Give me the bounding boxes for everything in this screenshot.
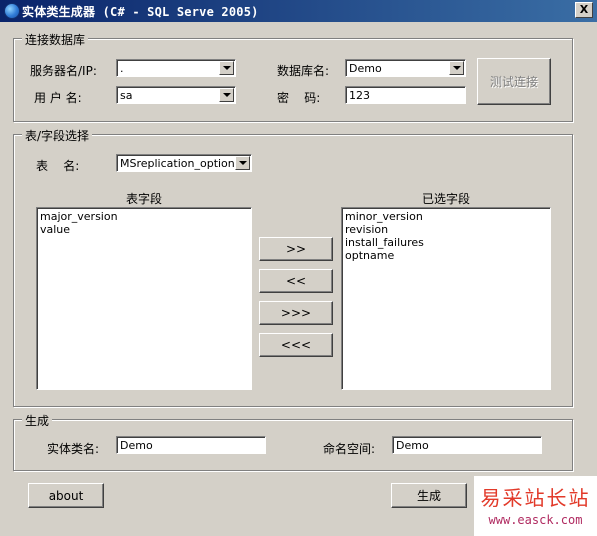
chevron-down-icon[interactable] <box>235 156 250 170</box>
watermark-title: 易采站长站 <box>480 486 591 510</box>
user-value: sa <box>120 89 133 102</box>
table-label: 表 名: <box>36 159 80 173</box>
database-value: Demo <box>349 62 382 75</box>
about-button[interactable]: about <box>28 483 104 508</box>
chevron-down-icon[interactable] <box>219 88 234 102</box>
close-button[interactable]: X <box>575 2 593 18</box>
class-name-field[interactable]: Demo <box>116 436 266 454</box>
namespace-field[interactable]: Demo <box>392 436 542 454</box>
table-select-group-title: 表/字段选择 <box>22 127 93 144</box>
list-item[interactable]: install_failures <box>345 236 547 249</box>
add-all-fields-button[interactable]: >>> <box>259 301 333 325</box>
user-combo[interactable]: sa <box>116 86 236 104</box>
namespace-label: 命名空间: <box>323 442 376 456</box>
generate-button[interactable]: 生成 <box>391 483 467 508</box>
password-field[interactable]: 123 <box>345 86 466 104</box>
table-value: MSreplication_options <box>120 157 241 170</box>
title-bar[interactable]: 实体类生成器 (C# - SQL Serve 2005) X <box>0 0 597 22</box>
class-name-label: 实体类名: <box>47 442 100 456</box>
user-label: 用 户 名: <box>34 91 82 105</box>
database-combo[interactable]: Demo <box>345 59 466 77</box>
remove-all-fields-button[interactable]: <<< <box>259 333 333 357</box>
selected-fields-list[interactable]: minor_version revision install_failures … <box>341 207 551 390</box>
connection-group-title: 连接数据库 <box>22 31 89 48</box>
chevron-down-icon[interactable] <box>219 61 234 75</box>
server-combo[interactable]: . <box>116 59 236 77</box>
list-item[interactable]: optname <box>345 249 547 262</box>
table-combo[interactable]: MSreplication_options <box>116 154 252 172</box>
site-watermark: 易采站长站 www.easck.com <box>474 476 597 536</box>
list-item[interactable]: value <box>40 223 248 236</box>
window-title: 实体类生成器 (C# - SQL Serve 2005) <box>22 5 259 19</box>
add-field-button[interactable]: >> <box>259 237 333 261</box>
fields-header: 表字段 <box>125 192 162 206</box>
generate-group-title: 生成 <box>22 412 53 429</box>
remove-field-button[interactable]: << <box>259 269 333 293</box>
database-label: 数据库名: <box>277 64 330 78</box>
selected-fields-header: 已选字段 <box>421 192 470 206</box>
app-icon <box>4 3 20 19</box>
server-value: . <box>120 62 124 75</box>
list-item[interactable]: major_version <box>40 210 248 223</box>
list-item[interactable]: minor_version <box>345 210 547 223</box>
test-connection-button[interactable]: 测试连接 <box>477 58 551 105</box>
list-item[interactable]: revision <box>345 223 547 236</box>
watermark-url: www.easck.com <box>488 513 583 527</box>
fields-list[interactable]: major_version value <box>36 207 252 390</box>
server-label: 服务器名/IP: <box>30 64 97 78</box>
password-label: 密 码: <box>277 91 321 105</box>
chevron-down-icon[interactable] <box>449 61 464 75</box>
